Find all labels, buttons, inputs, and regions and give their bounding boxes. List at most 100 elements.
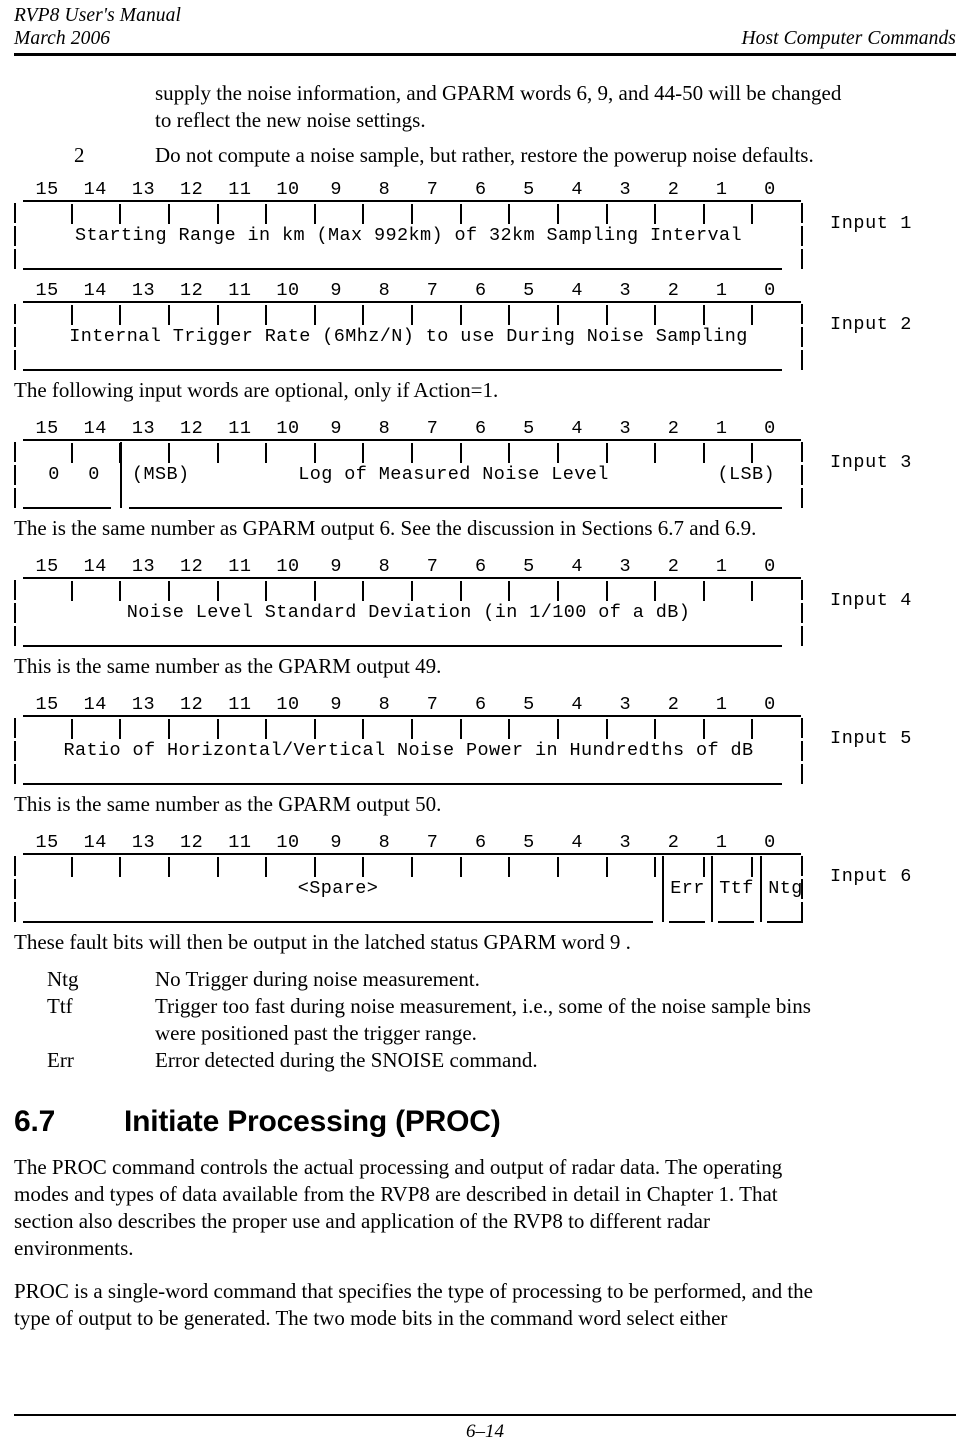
bit-number: 12 bbox=[180, 280, 204, 301]
diagram-field-label: Noise Level Standard Deviation (in 1/100… bbox=[126, 602, 691, 623]
bit-number: 0 bbox=[764, 694, 776, 715]
bit-number: 13 bbox=[131, 418, 156, 439]
bit-number: 8 bbox=[378, 694, 391, 715]
bit-number: 5 bbox=[523, 179, 535, 200]
bit-number: 11 bbox=[228, 418, 252, 439]
diagram-bottom-rule bbox=[23, 268, 782, 270]
note-gparm-output-49-text: This is the same number as the GPARM out… bbox=[14, 654, 442, 678]
definition-row-ntg: Ntg No Trigger during noise measurement. bbox=[47, 966, 942, 993]
bit-number: 0 bbox=[764, 556, 776, 577]
bit-number: 2 bbox=[667, 179, 680, 200]
section-paragraph-2-line-2: type of output to be generated. The two … bbox=[14, 1306, 728, 1330]
bitfield-diagram-input-6: 15 14 13 12 11 10 9 8 7 6 5 4 3 2 1 0 <S… bbox=[14, 830, 956, 923]
diagram-field-label: Ratio of Horizontal/Vertical Noise Power… bbox=[63, 740, 754, 761]
running-head: RVP8 User's Manual March 2006 Host Compu… bbox=[14, 0, 956, 56]
bit-number: 6 bbox=[474, 832, 487, 853]
bit-number-row: 15 14 13 12 11 10 9 8 7 6 5 4 3 2 1 0 bbox=[14, 692, 803, 715]
bit-number: 8 bbox=[378, 418, 391, 439]
bit-number: 15 bbox=[35, 694, 59, 715]
bit-number: 5 bbox=[523, 556, 535, 577]
diagram-field: Internal Trigger Rate (6Mhz/N) to use Du… bbox=[14, 303, 803, 371]
diagram-bit2-label: Err bbox=[670, 878, 705, 899]
bitfield-diagram-input-5: 15 14 13 12 11 10 9 8 7 6 5 4 3 2 1 0 Ra… bbox=[14, 692, 956, 785]
bit-number: 4 bbox=[571, 280, 583, 301]
running-head-line-1: RVP8 User's Manual bbox=[14, 4, 956, 27]
bit-number: 8 bbox=[378, 280, 391, 301]
bit-number-row: 15 14 13 12 11 10 9 8 7 6 5 4 3 2 1 0 bbox=[14, 177, 803, 200]
diagram-bit0-label: Ntg bbox=[768, 878, 803, 899]
diagram-bit15-value: 0 bbox=[48, 464, 60, 485]
section-heading-6-7: 6.7 Initiate Processing (PROC) bbox=[14, 1104, 956, 1140]
bit-number: 9 bbox=[330, 694, 343, 715]
bit-number: 9 bbox=[330, 418, 343, 439]
bit-number: 4 bbox=[571, 556, 583, 577]
bit-number: 11 bbox=[228, 556, 252, 577]
bit-number: 14 bbox=[83, 418, 107, 439]
definition-description-line-2: were positioned past the trigger range. bbox=[155, 1021, 477, 1045]
bit-number: 4 bbox=[571, 832, 583, 853]
bit-number: 14 bbox=[83, 556, 107, 577]
diagram-bottom-rule bbox=[129, 507, 782, 509]
bit-number-row: 15 14 13 12 11 10 9 8 7 6 5 4 3 2 1 0 bbox=[14, 278, 803, 301]
bit-number: 10 bbox=[276, 179, 300, 200]
bit-number: 0 bbox=[764, 832, 776, 853]
definition-row-ttf: Ttf Trigger too fast during noise measur… bbox=[47, 993, 942, 1047]
bit-number: 13 bbox=[131, 832, 156, 853]
bit-number: 11 bbox=[228, 694, 252, 715]
diagram-lsb-marker: (LSB) bbox=[717, 464, 775, 485]
diagram-bit1-label: Ttf bbox=[719, 878, 754, 899]
section-paragraph-1-line-3: section also describes the proper use an… bbox=[14, 1209, 710, 1233]
bit-number-row: 15 14 13 12 11 10 9 8 7 6 5 4 3 2 1 0 bbox=[14, 554, 803, 577]
bit-number: 2 bbox=[667, 280, 680, 301]
bit-number: 5 bbox=[523, 832, 535, 853]
diagram-field: <Spare> Err Ttf Ntg bbox=[14, 855, 803, 923]
bit-number: 6 bbox=[474, 556, 487, 577]
bit-number: 5 bbox=[523, 694, 535, 715]
definition-description: No Trigger during noise measurement. bbox=[155, 967, 480, 991]
note-optional-words-text: The following input words are optional, … bbox=[14, 378, 499, 402]
bit-number: 3 bbox=[619, 418, 632, 439]
bit-number: 3 bbox=[619, 556, 632, 577]
bit-number: 2 bbox=[667, 556, 680, 577]
bit-number: 15 bbox=[35, 280, 59, 301]
bit-number: 14 bbox=[83, 280, 107, 301]
bit-number: 6 bbox=[474, 179, 487, 200]
bitfield-diagram-input-4: 15 14 13 12 11 10 9 8 7 6 5 4 3 2 1 0 No… bbox=[14, 554, 956, 647]
section-paragraph-2-line-1: PROC is a single-word command that speci… bbox=[14, 1279, 813, 1303]
continued-paragraph: supply the noise information, and GPARM … bbox=[155, 80, 942, 134]
bit-number: 7 bbox=[426, 179, 439, 200]
section-paragraph-1-line-4: environments. bbox=[14, 1236, 134, 1260]
bit-number: 0 bbox=[764, 280, 776, 301]
bit-number: 10 bbox=[276, 280, 300, 301]
bit-number: 9 bbox=[330, 556, 343, 577]
diagram-bottom-rule bbox=[23, 369, 782, 371]
note-gparm-output-50-text: This is the same number as the GPARM out… bbox=[14, 792, 442, 816]
diagram-side-label: Input 6 bbox=[830, 865, 912, 887]
bit-number: 14 bbox=[83, 832, 107, 853]
page: RVP8 User's Manual March 2006 Host Compu… bbox=[0, 0, 970, 1455]
bit-number: 12 bbox=[180, 418, 204, 439]
bit-number: 1 bbox=[715, 179, 728, 200]
bit-number: 12 bbox=[180, 832, 204, 853]
bit-number: 10 bbox=[276, 694, 300, 715]
note-gparm-output-6: The is the same number as GPARM output 6… bbox=[14, 515, 956, 542]
bit-number: 2 bbox=[667, 694, 680, 715]
bit-number: 11 bbox=[228, 280, 252, 301]
diagram-bottom-rule-bit1 bbox=[718, 921, 754, 923]
bit-number: 4 bbox=[571, 418, 583, 439]
bit-number: 14 bbox=[83, 179, 107, 200]
diagram-bottom-rule bbox=[23, 645, 782, 647]
bit-number: 9 bbox=[330, 179, 343, 200]
bit-number: 7 bbox=[426, 418, 439, 439]
diagram-side-label: Input 4 bbox=[830, 589, 912, 611]
manual-date: March 2006 bbox=[14, 28, 111, 49]
bit-number: 13 bbox=[131, 556, 156, 577]
diagram-bottom-rule-bit0 bbox=[767, 921, 803, 923]
bit-number: 15 bbox=[35, 418, 59, 439]
section-paragraph-1-line-2: modes and types of data available from t… bbox=[14, 1182, 778, 1206]
